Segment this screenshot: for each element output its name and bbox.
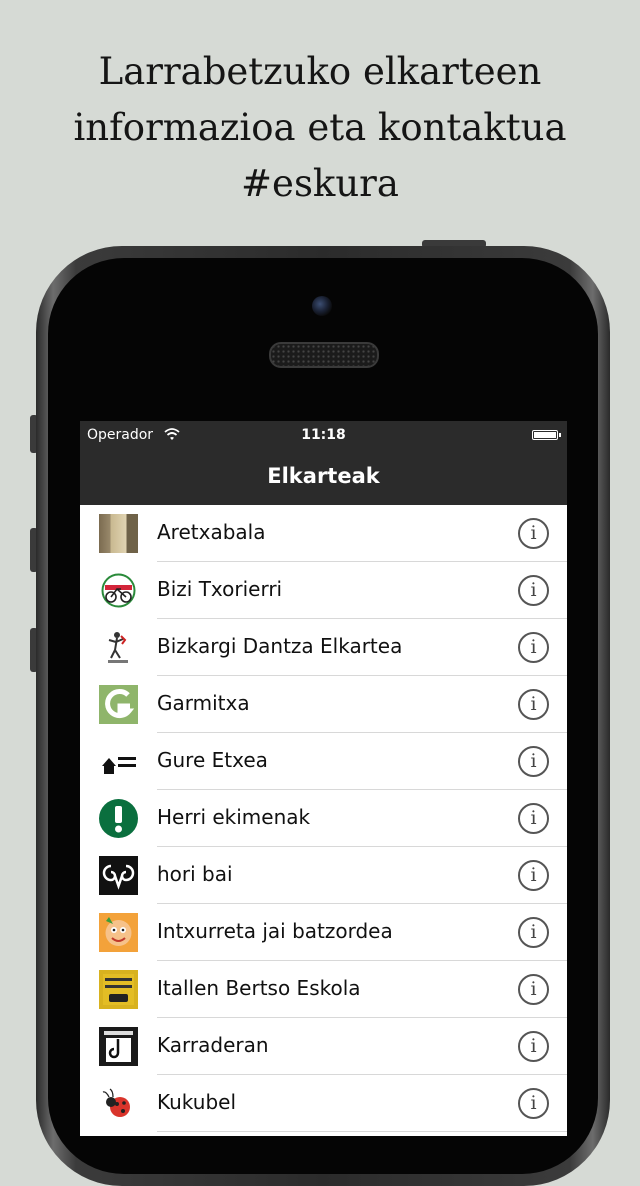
headline-line-1: Larrabetzuko elkarteen (98, 50, 542, 93)
garmitxa-logo-icon (99, 685, 138, 724)
list-item-label: Garmitxa (157, 691, 250, 715)
earpiece-speaker (269, 342, 379, 368)
list-item[interactable]: Aretxabala (80, 505, 567, 562)
list-item[interactable]: Garmitxa (80, 676, 567, 733)
bertso-logo-icon (99, 970, 138, 1009)
house-logo-icon (99, 742, 138, 781)
list-item[interactable]: Intxurreta jai batzordea (80, 904, 567, 961)
front-camera (312, 296, 332, 316)
list-item-label: Aretxabala (157, 520, 266, 544)
info-button[interactable] (518, 974, 549, 1005)
info-button[interactable] (518, 518, 549, 549)
info-button[interactable] (518, 575, 549, 606)
info-button[interactable] (518, 1088, 549, 1119)
list-item[interactable]: Itallen Bertso Eskola (80, 961, 567, 1018)
exclamation-logo-icon (99, 799, 138, 838)
list-item-label: Karraderan (157, 1033, 269, 1057)
list-item[interactable]: Herri ekimenak (80, 790, 567, 847)
ladybug-logo-icon (99, 1084, 138, 1123)
list-item[interactable]: Bizi Txorierri (80, 562, 567, 619)
associations-list: Aretxabala Bizi Txorierri (80, 505, 567, 1132)
mascot-logo-icon (99, 913, 138, 952)
info-button[interactable] (518, 632, 549, 663)
info-button[interactable] (518, 746, 549, 777)
list-item-label: Kukubel (157, 1090, 236, 1114)
info-button[interactable] (518, 689, 549, 720)
karraderan-logo-icon (99, 1027, 138, 1066)
list-item-label: Bizkargi Dantza Elkartea (157, 634, 403, 658)
list-item[interactable]: Gure Etxea (80, 733, 567, 790)
info-button[interactable] (518, 803, 549, 834)
list-item-label: Herri ekimenak (157, 805, 311, 829)
status-bar: Operador 11:18 (80, 421, 567, 449)
headline-line-2: informazioa eta kontaktua (73, 106, 567, 149)
headline-line-3: #eskura (241, 162, 399, 205)
promo-headline: Larrabetzuko elkarteen informazioa eta k… (0, 44, 640, 212)
list-item[interactable]: Bizkargi Dantza Elkartea (80, 619, 567, 676)
list-item-label: hori bai (157, 862, 233, 886)
ram-logo-icon (99, 856, 138, 895)
status-time: 11:18 (301, 427, 346, 443)
photo-thumbnail-icon (99, 514, 138, 553)
list-item-label: Itallen Bertso Eskola (157, 976, 361, 1000)
navigation-bar: Elkarteak (80, 449, 567, 505)
app-screen: Operador 11:18 Elkarteak Aretxabala i Bi… (80, 421, 567, 1136)
info-button[interactable] (518, 917, 549, 948)
nav-title: Elkarteak (267, 464, 380, 488)
list-item-label: Gure Etxea (157, 748, 268, 772)
list-item[interactable]: Kukubel (80, 1075, 567, 1132)
battery-icon (532, 430, 561, 440)
list-item[interactable]: Karraderan (80, 1018, 567, 1075)
bicycle-logo-icon (99, 571, 138, 610)
list-item-label: Bizi Txorierri (157, 577, 283, 601)
list-item-label: Intxurreta jai batzordea (157, 919, 393, 943)
info-button[interactable] (518, 860, 549, 891)
dancer-logo-icon (99, 628, 138, 667)
info-button[interactable] (518, 1031, 549, 1062)
list-item[interactable]: hori bai (80, 847, 567, 904)
